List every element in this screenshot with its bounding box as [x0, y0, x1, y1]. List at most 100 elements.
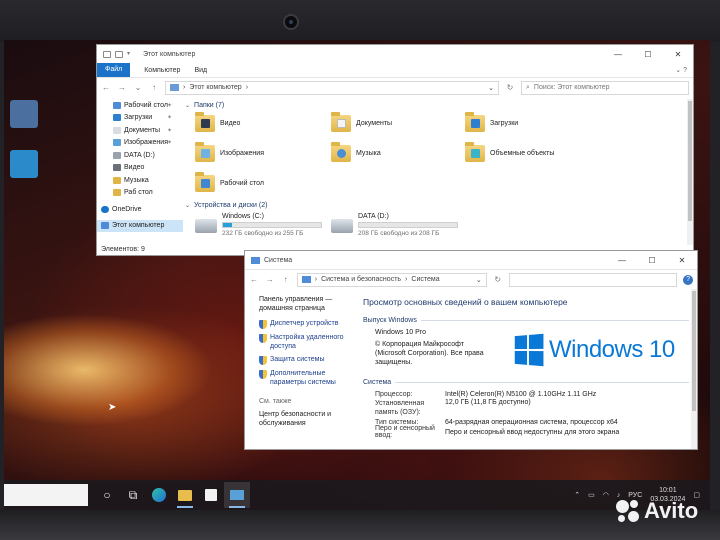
close-button[interactable]: ✕	[667, 251, 697, 269]
tab-computer[interactable]: Компьютер	[144, 67, 180, 74]
sidebar-item-rab-stol[interactable]: Раб стол	[97, 187, 183, 200]
sidebar-item-pictures[interactable]: Изображения ✦	[97, 137, 183, 150]
sidebar-item-downloads[interactable]: Загрузки ✦	[97, 112, 183, 125]
sidebar-item-documents[interactable]: Документы ✦	[97, 124, 183, 137]
forward-arrow-icon[interactable]: →	[117, 83, 127, 92]
address-dropdown-icon[interactable]: ⌄	[476, 276, 482, 284]
close-button[interactable]: ✕	[663, 45, 693, 63]
system-scrollbar[interactable]	[691, 289, 697, 449]
tray-chevron-icon[interactable]: ⌃	[574, 491, 580, 499]
left-links: Панель управления — домашняя страница Ди…	[245, 289, 357, 428]
shield-icon	[259, 356, 267, 365]
system-address-bar[interactable]: › Система и безопасность › Система ⌄	[296, 272, 487, 287]
search-input[interactable]: ⌕ Поиск: Этот компьютер	[521, 80, 689, 95]
explorer-title: Этот компьютер	[143, 50, 196, 58]
recent-dropdown-icon[interactable]: ⌄	[133, 83, 143, 92]
explorer-scrollbar[interactable]	[687, 99, 693, 245]
sidebar-item-video[interactable]: Видео	[97, 162, 183, 175]
control-panel-home-link[interactable]: Панель управления — домашняя страница	[259, 295, 353, 313]
remote-access-link[interactable]: Настройка удаленного доступа	[270, 333, 353, 351]
drive-d-name: DATA (D:)	[358, 213, 389, 220]
drive-d[interactable]: DATA (D:) 208 ГБ свободно из 208 ГБ	[331, 213, 458, 237]
maximize-button[interactable]: ☐	[633, 45, 663, 63]
folder-music[interactable]: Музыка	[331, 142, 381, 162]
system-search-input[interactable]	[508, 272, 678, 287]
address-dropdown-icon[interactable]: ⌄	[488, 84, 494, 92]
desktop-icon-recycle-bin[interactable]	[10, 100, 38, 128]
task-view-icon[interactable]: ⧉	[120, 482, 146, 508]
qa-dropdown-icon[interactable]: ▾	[127, 51, 135, 58]
desktop-icon-edge[interactable]	[10, 150, 38, 178]
bezel-top	[0, 0, 720, 42]
up-arrow-icon[interactable]: ↑	[149, 83, 159, 92]
folder-downloads[interactable]: Загрузки	[465, 112, 518, 132]
breadcrumb-system[interactable]: Система	[411, 276, 439, 283]
webcam	[283, 14, 299, 30]
refresh-icon[interactable]: ↻	[493, 275, 503, 284]
explorer-body: Рабочий стол ✦ Загрузки ✦ Документы ✦ Изобр…	[97, 99, 693, 245]
device-manager-link[interactable]: Диспетчер устройств	[270, 319, 338, 328]
folder-documents[interactable]: Документы	[331, 112, 392, 132]
mouse-cursor-icon: ➤	[108, 402, 117, 413]
up-arrow-icon[interactable]: ↑	[281, 275, 291, 284]
system-protection-row[interactable]: Защита системы	[259, 355, 353, 365]
remote-access-row[interactable]: Настройка удаленного доступа	[259, 333, 353, 351]
help-icon[interactable]: ?	[683, 274, 693, 285]
maximize-button[interactable]: ☐	[637, 251, 667, 269]
explorer-content: ⌄ Папки (7) Видео Документы Загрузки Изоб…	[185, 99, 689, 245]
qa-properties-icon[interactable]	[103, 50, 111, 58]
drives-group-header[interactable]: ⌄ Устройства и диски (2)	[185, 199, 685, 211]
forward-arrow-icon[interactable]: →	[265, 275, 275, 284]
music-folder-icon	[331, 142, 351, 162]
address-row: ← → ⌄ ↑ › Этот компьютер › ⌄ ↻ ⌕ Поиск: …	[97, 77, 693, 97]
tab-file[interactable]: Файл	[97, 63, 131, 77]
address-chevron-icon: ›	[245, 84, 249, 91]
video-icon	[113, 164, 121, 172]
qa-new-folder-icon[interactable]	[115, 50, 123, 58]
tab-view[interactable]: Вид	[194, 67, 207, 74]
security-center-link[interactable]: Центр безопасности и обслуживания	[259, 410, 353, 428]
edge-icon[interactable]	[146, 482, 172, 508]
ribbon-expand-icon[interactable]: ⌄ ?	[675, 66, 687, 74]
pictures-icon	[113, 139, 121, 147]
sidebar-item-this-pc[interactable]: Этот компьютер	[97, 219, 183, 232]
system-section-header: Система	[363, 377, 689, 387]
minimize-button[interactable]: —	[607, 251, 637, 269]
advanced-settings-row[interactable]: Дополнительные параметры системы	[259, 369, 353, 387]
system-taskbar-icon[interactable]	[224, 482, 250, 508]
system-protection-link[interactable]: Защита системы	[270, 355, 325, 364]
advanced-settings-link[interactable]: Дополнительные параметры системы	[270, 369, 353, 387]
sidebar-item-data-drive[interactable]: DATA (D:)	[97, 149, 183, 162]
breadcrumb-security[interactable]: Система и безопасность	[321, 276, 401, 283]
sidebar-item-onedrive[interactable]: OneDrive	[97, 203, 183, 216]
store-icon[interactable]	[198, 482, 224, 508]
drive-c[interactable]: Windows (C:) 232 ГБ свободно из 255 ГБ	[195, 213, 322, 237]
address-bar[interactable]: › Этот компьютер › ⌄	[165, 80, 499, 95]
music-icon	[113, 176, 121, 184]
back-arrow-icon[interactable]: ←	[101, 83, 111, 92]
3d-objects-folder-icon	[465, 142, 485, 162]
explorer-status: Элементов: 9	[101, 246, 145, 253]
sidebar-item-desktop[interactable]: Рабочий стол ✦	[97, 99, 183, 112]
battery-icon[interactable]: ▭	[588, 491, 595, 499]
address-text: Этот компьютер	[189, 84, 242, 91]
folder-pictures[interactable]: Изображения	[195, 142, 264, 162]
data-drive-icon	[331, 219, 353, 233]
network-icon[interactable]: ◠	[603, 491, 609, 499]
file-explorer-taskbar-icon[interactable]	[172, 482, 198, 508]
device-manager-row[interactable]: Диспетчер устройств	[259, 319, 353, 329]
explorer-window-controls: — ☐ ✕	[603, 45, 693, 63]
system-window-controls: — ☐ ✕	[607, 251, 697, 269]
minimize-button[interactable]: —	[603, 45, 633, 63]
back-arrow-icon[interactable]: ←	[249, 275, 259, 284]
file-explorer-window: ▾ Этот компьютер — ☐ ✕ Файл Компьютер Ви…	[96, 44, 694, 256]
taskbar-search-box[interactable]	[4, 484, 88, 506]
sidebar-item-music[interactable]: Музыка	[97, 174, 183, 187]
cortana-icon[interactable]: ○	[94, 482, 120, 508]
folder-desktop[interactable]: Рабочий стол	[195, 172, 264, 192]
this-pc-icon	[101, 222, 109, 230]
folder-video[interactable]: Видео	[195, 112, 240, 132]
folder-3d-objects[interactable]: Объемные объекты	[465, 142, 554, 162]
folders-group-header[interactable]: ⌄ Папки (7)	[185, 99, 689, 111]
refresh-icon[interactable]: ↻	[505, 83, 515, 92]
